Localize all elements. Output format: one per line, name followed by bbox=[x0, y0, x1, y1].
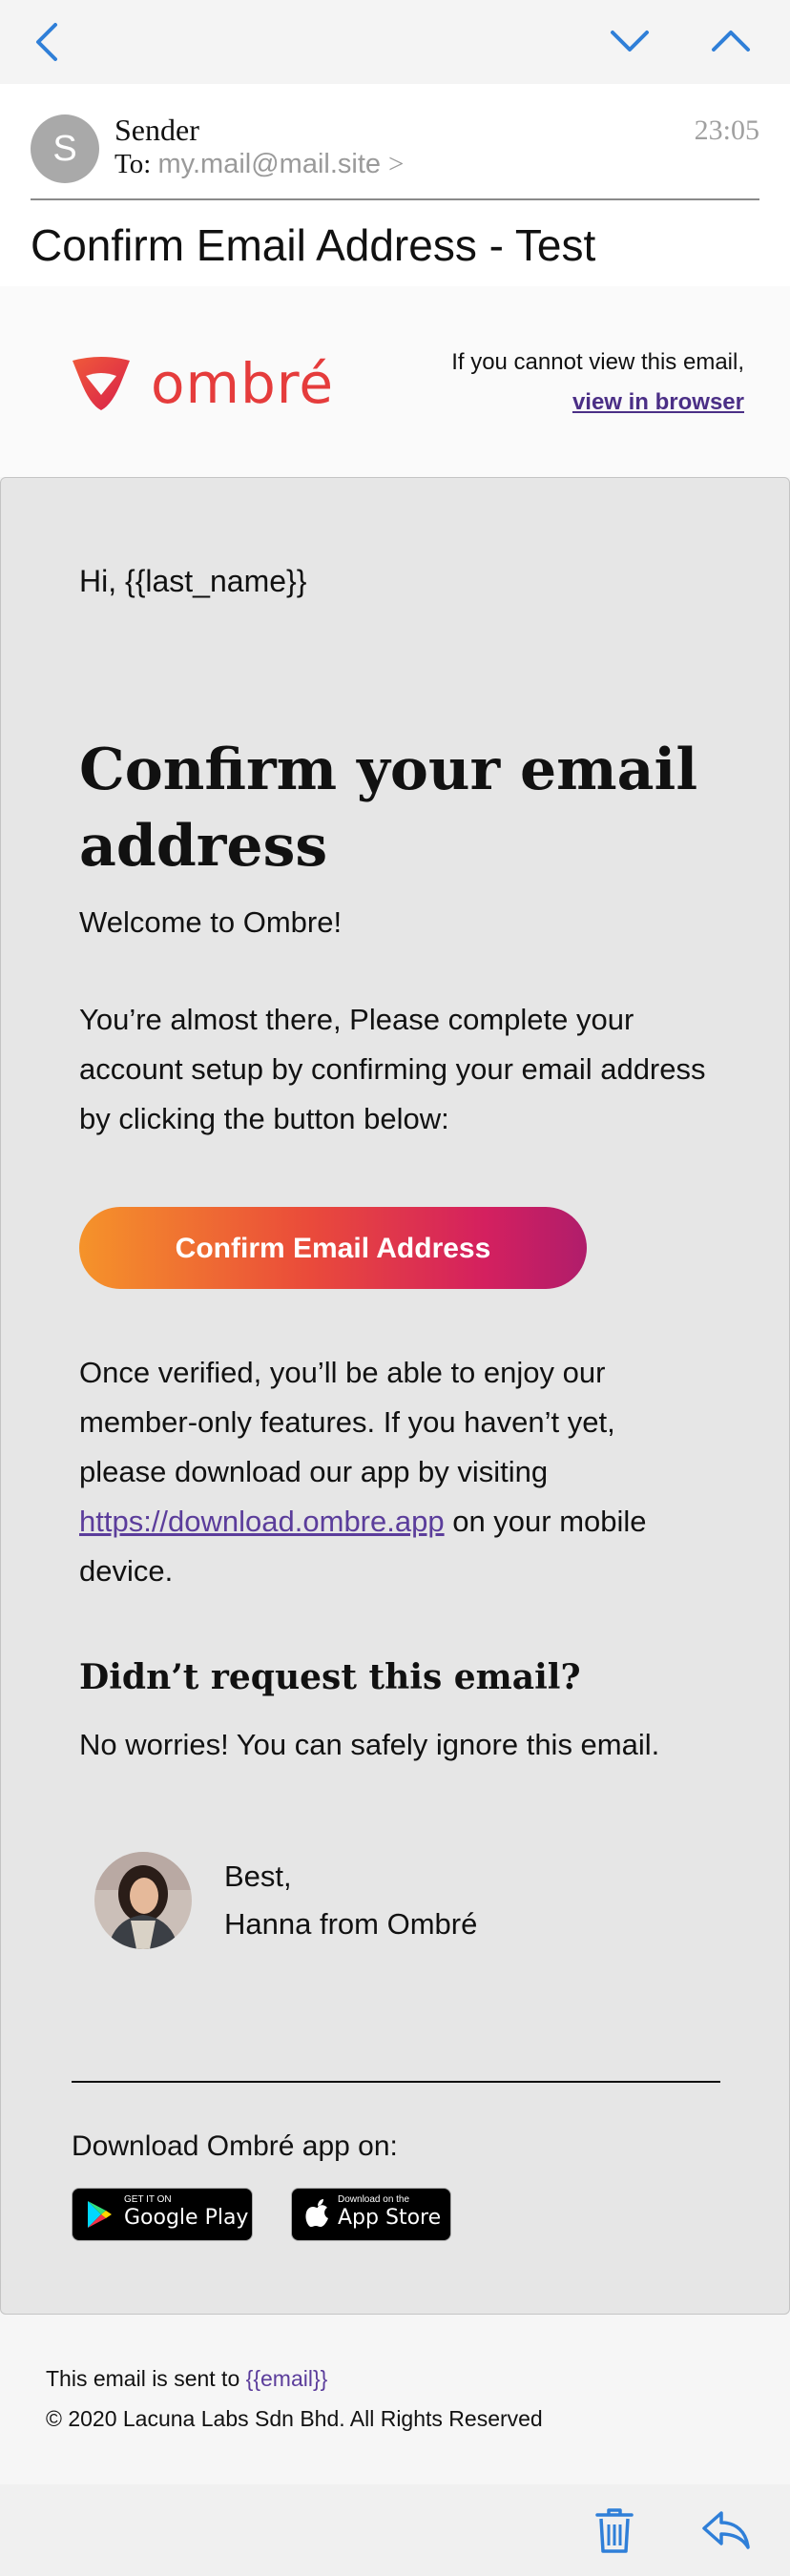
reply-icon[interactable] bbox=[700, 2509, 752, 2551]
header-divider bbox=[31, 198, 759, 200]
recipient-address[interactable]: my.mail@mail.site bbox=[158, 149, 382, 179]
to-label: To: bbox=[114, 149, 152, 179]
ignore-text: No worries! You can safely ignore this e… bbox=[79, 1728, 660, 1761]
verified-text: Once verified, you’ll be able to enjoy o… bbox=[79, 1356, 615, 1488]
download-app-label: Download Ombré app on: bbox=[72, 2130, 398, 2162]
card-divider bbox=[72, 2081, 720, 2083]
sent-to-text: This email is sent to bbox=[46, 2366, 246, 2391]
sender-photo-avatar bbox=[94, 1852, 192, 1949]
received-time: 23:05 bbox=[694, 114, 759, 146]
confirm-email-button[interactable]: Confirm Email Address bbox=[79, 1207, 587, 1289]
view-in-browser-link[interactable]: view in browser bbox=[572, 389, 744, 416]
email-footer: This email is sent to {{email}} © 2020 L… bbox=[0, 2315, 790, 2484]
brand-header: ombré If you cannot view this email, vie… bbox=[0, 286, 790, 477]
sender-name[interactable]: Sender bbox=[114, 113, 199, 148]
welcome-text: Welcome to Ombre! bbox=[79, 905, 343, 939]
mail-header: S Sender To: my.mail@mail.site > 23:05 Co… bbox=[0, 84, 790, 286]
closing-best: Best, bbox=[224, 1859, 292, 1893]
email-heading: Confirm your email address bbox=[79, 737, 698, 880]
recipient-email-placeholder: {{email}} bbox=[245, 2366, 328, 2391]
back-chevron-icon[interactable] bbox=[32, 21, 61, 63]
email-subject: Confirm Email Address - Test bbox=[31, 220, 596, 270]
sent-to-line: This email is sent to {{email}} bbox=[46, 2366, 327, 2392]
google-play-small-label: GET IT ON bbox=[124, 2194, 172, 2205]
chevron-right-icon[interactable]: > bbox=[388, 149, 404, 179]
google-play-badge[interactable]: GET IT ON Google Play bbox=[72, 2188, 253, 2241]
didnt-request-heading: Didn’t request this email? bbox=[79, 1657, 581, 1697]
signature-name: Hanna from Ombré bbox=[224, 1907, 478, 1941]
email-card: Hi, {{last_name}} Confirm your email add… bbox=[0, 477, 790, 2315]
ombre-logo-icon bbox=[73, 357, 130, 410]
trash-icon[interactable] bbox=[593, 2505, 635, 2555]
top-nav-bar bbox=[0, 0, 790, 84]
apple-icon bbox=[305, 2199, 328, 2227]
verified-paragraph: Once verified, you’ll be able to enjoy o… bbox=[79, 1348, 709, 1596]
bottom-toolbar bbox=[0, 2484, 790, 2576]
app-store-badge[interactable]: Download on the App Store bbox=[291, 2188, 451, 2241]
intro-paragraph: You’re almost there, Please complete you… bbox=[79, 1003, 706, 1135]
download-link[interactable]: https://download.ombre.app bbox=[79, 1505, 445, 1538]
app-store-label: App Store bbox=[338, 2206, 442, 2230]
brand-logo-text: ombré bbox=[151, 351, 335, 416]
google-play-icon bbox=[88, 2201, 112, 2228]
google-play-label: Google Play bbox=[124, 2206, 249, 2230]
recipient-line[interactable]: To: my.mail@mail.site > bbox=[114, 149, 404, 180]
copyright-text: © 2020 Lacuna Labs Sdn Bhd. All Rights R… bbox=[46, 2406, 543, 2431]
sender-avatar: S bbox=[31, 114, 99, 183]
app-store-small-label: Download on the bbox=[338, 2194, 410, 2205]
chevron-down-icon[interactable] bbox=[609, 27, 651, 55]
greeting: Hi, {{last_name}} bbox=[79, 564, 307, 598]
chevron-up-icon[interactable] bbox=[710, 27, 752, 55]
cannot-view-text: If you cannot view this email, bbox=[451, 349, 744, 375]
